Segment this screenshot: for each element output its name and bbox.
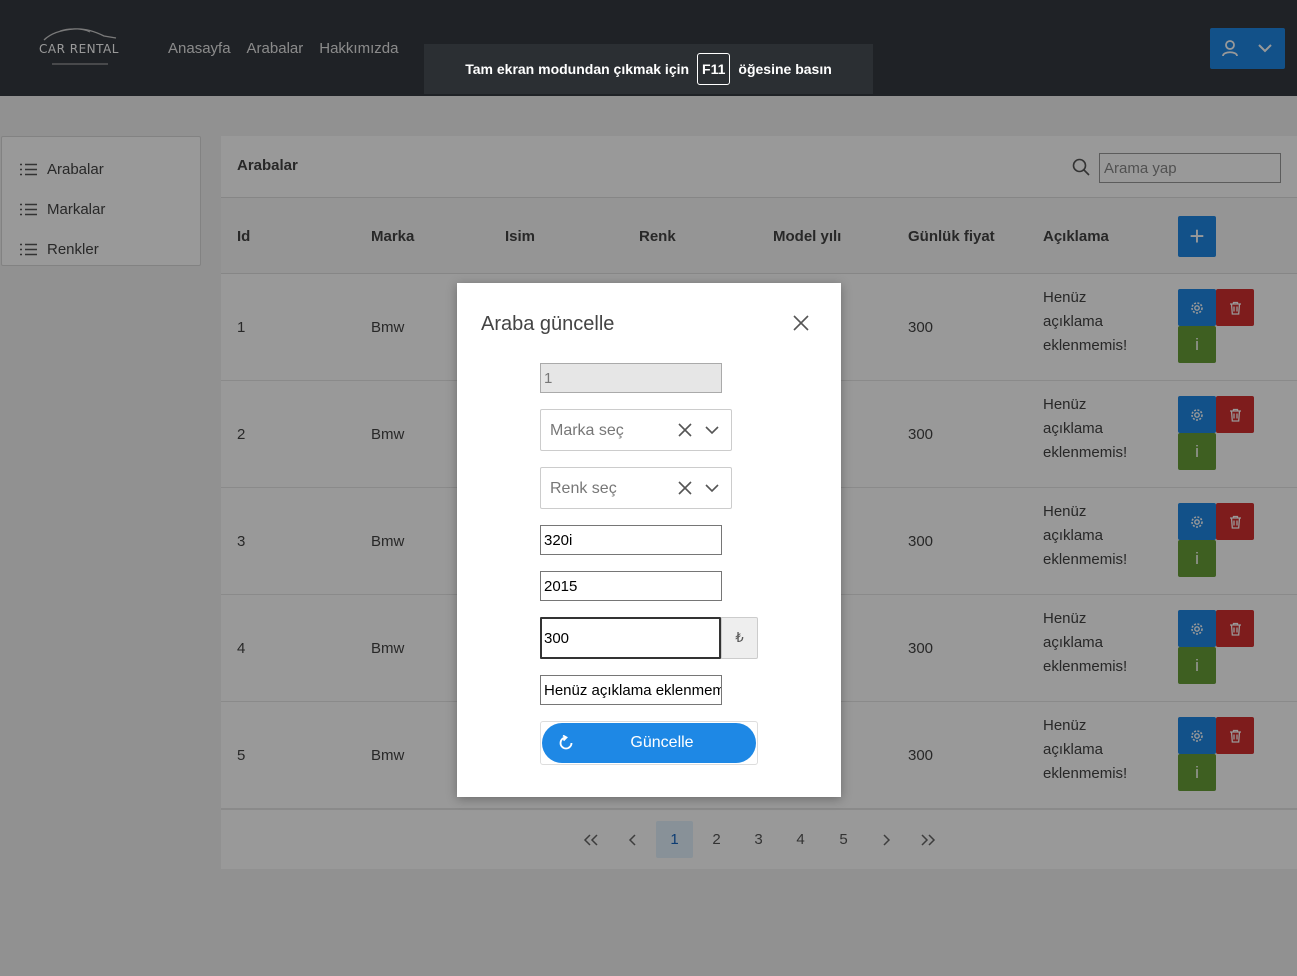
color-select[interactable]: Renk seç [540,467,732,509]
fullscreen-notice-text-end: öğesine basın [738,61,832,77]
brand-select[interactable]: Marka seç [540,409,732,451]
chevron-down-icon [705,484,719,493]
dialog-title: Araba güncelle [481,313,615,335]
clear-icon[interactable] [678,423,692,437]
close-icon[interactable] [792,314,810,332]
update-button-body: Güncelle [542,723,756,763]
car-id-field [540,363,722,393]
fullscreen-key-badge: F11 [697,53,731,85]
fullscreen-notice: Tam ekran modundan çıkmak için F11 öğesi… [424,44,873,94]
color-select-placeholder: Renk seç [550,480,617,497]
brand-select-placeholder: Marka seç [550,422,624,439]
model-year-field[interactable] [540,571,722,601]
update-button[interactable]: Güncelle [540,721,758,765]
clear-icon[interactable] [678,481,692,495]
update-button-label: Güncelle [630,734,694,751]
daily-price-field[interactable] [540,617,721,659]
car-name-field[interactable] [540,525,722,555]
description-field[interactable] [540,675,722,705]
chevron-down-icon [705,426,719,435]
update-car-dialog: Araba güncelle Marka seç Renk seç ₺ Günc… [457,283,841,797]
fullscreen-notice-text: Tam ekran modundan çıkmak için [465,61,690,77]
daily-price-group: ₺ [540,617,758,659]
currency-addon: ₺ [721,617,758,659]
